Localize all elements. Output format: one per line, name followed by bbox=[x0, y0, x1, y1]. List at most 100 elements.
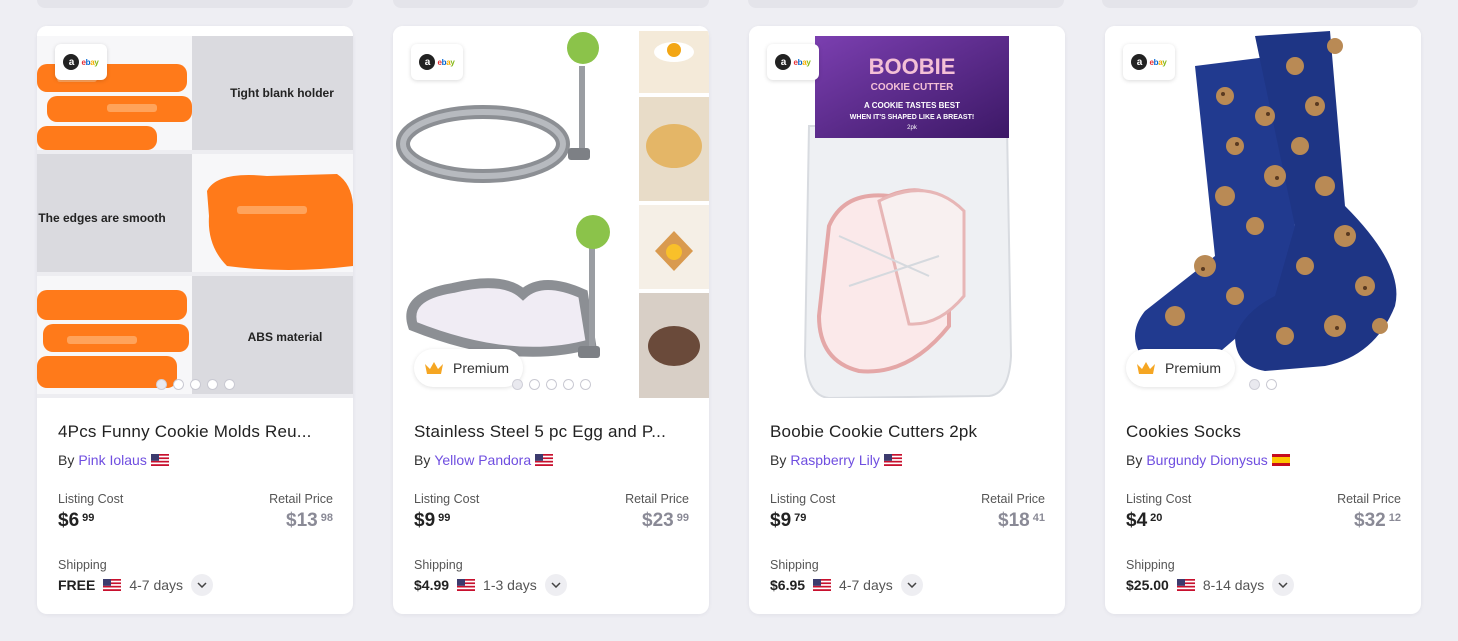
chevron-down-icon[interactable] bbox=[191, 574, 214, 596]
shipping-price: $4.99 bbox=[414, 577, 450, 593]
product-image bbox=[1105, 26, 1421, 398]
carousel-dots[interactable] bbox=[393, 379, 709, 390]
carousel-dots[interactable] bbox=[37, 379, 353, 390]
carousel-dot[interactable] bbox=[511, 379, 523, 390]
seller-line: By Pink Iolaus bbox=[58, 452, 333, 468]
package-brand: BOOBIE bbox=[869, 54, 956, 79]
shipping-days: 1-3 days bbox=[483, 577, 537, 593]
retail-price: $23 99 bbox=[642, 510, 689, 531]
product-card[interactable]: a ebay bbox=[393, 26, 709, 614]
previous-row-edge bbox=[1102, 0, 1418, 8]
listing-cost: $9 99 bbox=[414, 510, 451, 531]
retail-price: $32 12 bbox=[1354, 510, 1401, 531]
crown-icon bbox=[425, 362, 443, 374]
by-label: By bbox=[414, 452, 431, 468]
previous-row-edge bbox=[748, 0, 1064, 8]
chevron-down-icon[interactable] bbox=[1272, 574, 1295, 596]
carousel-dot[interactable] bbox=[1249, 379, 1260, 390]
retail-price-label: Retail Price bbox=[625, 492, 689, 506]
package-count: 2pk bbox=[907, 125, 918, 131]
listing-cost-label: Listing Cost bbox=[1126, 492, 1192, 506]
by-label: By bbox=[58, 452, 75, 468]
product-card[interactable]: a ebay bbox=[1105, 26, 1421, 614]
carousel-dot[interactable] bbox=[206, 379, 218, 390]
product-grid: a ebay Tight blank holder The edges are … bbox=[37, 26, 1421, 614]
listing-cost-label: Listing Cost bbox=[58, 492, 124, 506]
us-flag-icon bbox=[150, 454, 169, 466]
seller-line: By Raspberry Lily bbox=[770, 452, 1045, 468]
es-flag-icon bbox=[1271, 454, 1290, 466]
product-card[interactable]: a ebay bbox=[37, 26, 353, 614]
carousel-dot[interactable] bbox=[155, 379, 167, 390]
product-card[interactable]: a ebay BOOBIE COOKIE CUTTER A COOKIE TAS… bbox=[749, 26, 1065, 614]
retail-price: $13 98 bbox=[286, 510, 333, 531]
seller-line: By Yellow Pandora bbox=[414, 452, 689, 468]
by-label: By bbox=[770, 452, 787, 468]
retail-price-label: Retail Price bbox=[981, 492, 1045, 506]
carousel-dots[interactable] bbox=[1105, 379, 1421, 390]
ebay-logo-icon: a ebay bbox=[767, 44, 819, 80]
seller-line: By Burgundy Dionysus bbox=[1126, 452, 1401, 468]
shipping-days: 4-7 days bbox=[129, 577, 184, 593]
shipping-days: 4-7 days bbox=[839, 577, 893, 593]
image-caption: The edges are smooth bbox=[38, 211, 165, 225]
us-flag-icon bbox=[103, 579, 122, 591]
product-title[interactable]: Cookies Socks bbox=[1126, 422, 1401, 442]
seller-link[interactable]: Burgundy Dionysus bbox=[1146, 452, 1267, 468]
listing-cost-label: Listing Cost bbox=[770, 492, 836, 506]
by-label: By bbox=[1126, 452, 1143, 468]
carousel-dot[interactable] bbox=[562, 379, 574, 390]
shipping-label: Shipping bbox=[414, 558, 463, 572]
chevron-down-icon[interactable] bbox=[544, 574, 567, 596]
seller-link[interactable]: Raspberry Lily bbox=[790, 452, 879, 468]
retail-price: $18 41 bbox=[998, 510, 1045, 531]
carousel-dot[interactable] bbox=[528, 379, 540, 390]
shipping-price: FREE bbox=[58, 577, 96, 593]
crown-icon bbox=[1137, 362, 1155, 374]
carousel-dot[interactable] bbox=[579, 379, 591, 390]
ebay-logo-icon: a ebay bbox=[411, 44, 463, 80]
product-image: Tight blank holder The edges are smooth … bbox=[37, 36, 353, 398]
shipping-label: Shipping bbox=[1126, 558, 1175, 572]
us-flag-icon bbox=[457, 579, 476, 591]
retail-price-label: Retail Price bbox=[1337, 492, 1401, 506]
listing-cost: $9 79 bbox=[770, 510, 807, 531]
ebay-logo-icon: a ebay bbox=[1123, 44, 1175, 80]
shipping-days: 8-14 days bbox=[1202, 577, 1265, 593]
chevron-down-icon[interactable] bbox=[900, 574, 923, 596]
us-flag-icon bbox=[883, 454, 902, 466]
product-title[interactable]: Stainless Steel 5 pc Egg and P... bbox=[414, 422, 689, 442]
retail-price-label: Retail Price bbox=[269, 492, 333, 506]
carousel-dot[interactable] bbox=[545, 379, 557, 390]
shipping-price: $25.00 bbox=[1126, 577, 1169, 593]
product-image-carousel[interactable]: a ebay bbox=[37, 26, 353, 398]
product-image: BOOBIE COOKIE CUTTER A COOKIE TASTES BES… bbox=[749, 26, 1065, 398]
shipping-price: $6.95 bbox=[770, 577, 806, 593]
carousel-dot[interactable] bbox=[189, 379, 201, 390]
seller-link[interactable]: Pink Iolaus bbox=[78, 452, 146, 468]
previous-row-edge bbox=[393, 0, 709, 8]
product-title[interactable]: Boobie Cookie Cutters 2pk bbox=[770, 422, 1045, 442]
carousel-dot[interactable] bbox=[1266, 379, 1277, 390]
us-flag-icon bbox=[813, 579, 832, 591]
package-subtitle: COOKIE CUTTER bbox=[871, 82, 955, 93]
seller-link[interactable]: Yellow Pandora bbox=[434, 452, 531, 468]
listing-cost-label: Listing Cost bbox=[414, 492, 480, 506]
carousel-dot[interactable] bbox=[172, 379, 184, 390]
product-image-carousel[interactable]: a ebay BOOBIE COOKIE CUTTER A COOKIE TAS… bbox=[749, 26, 1065, 398]
listing-cost: $4 20 bbox=[1126, 510, 1163, 531]
carousel-dot[interactable] bbox=[223, 379, 235, 390]
package-tagline: A COOKIE TASTES BEST bbox=[864, 101, 960, 110]
shipping-label: Shipping bbox=[58, 558, 107, 572]
ebay-logo-icon: a ebay bbox=[55, 44, 107, 80]
product-image-carousel[interactable]: a ebay bbox=[393, 26, 709, 398]
listing-cost: $6 99 bbox=[58, 510, 95, 531]
us-flag-icon bbox=[535, 454, 554, 466]
shipping-label: Shipping bbox=[770, 558, 819, 572]
previous-row-edge bbox=[37, 0, 353, 8]
package-tagline: WHEN IT'S SHAPED LIKE A BREAST! bbox=[850, 114, 974, 121]
product-title[interactable]: 4Pcs Funny Cookie Molds Reu... bbox=[58, 422, 333, 442]
image-caption: ABS material bbox=[248, 330, 323, 344]
product-image-carousel[interactable]: a ebay bbox=[1105, 26, 1421, 398]
product-image bbox=[393, 26, 709, 398]
